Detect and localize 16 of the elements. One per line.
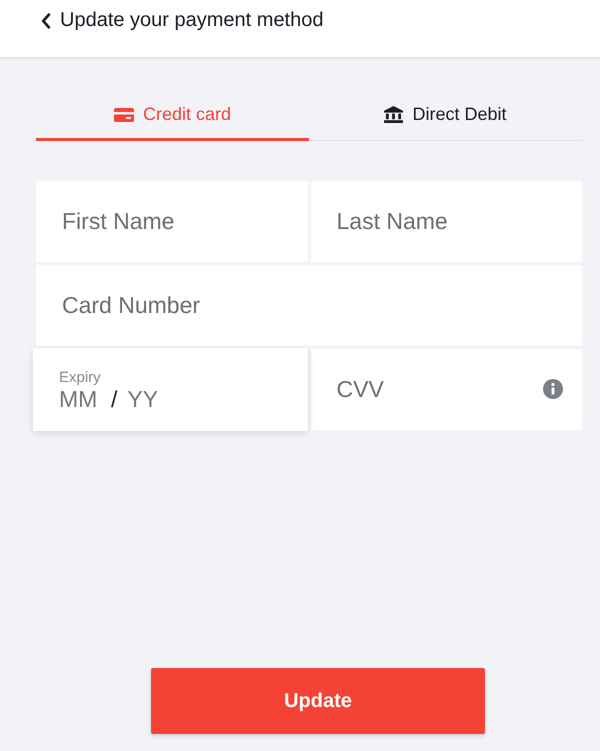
input-field[interactable]: Card Number: [36, 265, 582, 346]
credit-card-icon: [114, 106, 134, 122]
page-title: Update your payment method: [60, 9, 324, 32]
payment-tab[interactable]: Credit card: [36, 95, 309, 141]
back-icon[interactable]: [40, 12, 52, 30]
cvv-field[interactable]: CVV: [310, 349, 582, 430]
year-field[interactable]: YY: [127, 386, 170, 412]
bank-icon: [384, 106, 404, 123]
input-field[interactable]: Last Name: [310, 181, 582, 262]
info-icon[interactable]: [543, 379, 563, 399]
input-field[interactable]: First Name: [36, 181, 308, 262]
date-separator: /: [111, 386, 118, 412]
payment-tab[interactable]: Direct Debit: [309, 95, 582, 141]
field-label: Expiry: [59, 368, 102, 386]
update-button[interactable]: Update: [151, 668, 485, 734]
month-field[interactable]: MM: [59, 386, 101, 412]
